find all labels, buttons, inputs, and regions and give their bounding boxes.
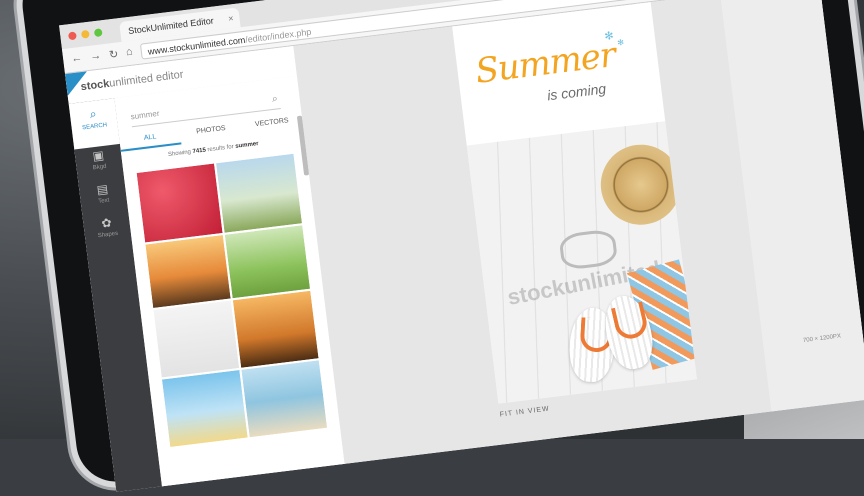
- window-controls: [67, 28, 103, 41]
- snowflake-small-icon: ✻: [616, 37, 625, 48]
- rail-item-shapes[interactable]: ✿ Shapes: [83, 213, 131, 240]
- back-arrow-icon[interactable]: ←: [71, 52, 84, 66]
- shapes-icon: ✿: [100, 215, 113, 231]
- tab-close-icon[interactable]: ×: [228, 13, 234, 24]
- result-thumb-beach-grass[interactable]: [160, 368, 249, 449]
- search-icon: ⌕: [88, 106, 98, 122]
- rail-item-text[interactable]: ▤ Text: [79, 180, 127, 207]
- result-thumb-friends-sunset[interactable]: [231, 289, 320, 369]
- rail-item-search[interactable]: ⌕ SEARCH: [68, 98, 120, 150]
- minimize-window-button[interactable]: [80, 29, 90, 39]
- rail-item-background[interactable]: ▣ Bkgd: [75, 146, 123, 173]
- result-thumb-raspberries[interactable]: [135, 162, 224, 244]
- canvas-right-margin: [720, 0, 864, 412]
- poster-subline[interactable]: is coming: [546, 80, 607, 103]
- maximize-window-button[interactable]: [93, 28, 103, 38]
- result-thumb-couple[interactable]: [214, 152, 304, 234]
- design-canvas: Summer is coming ✻ ✻ stockunlimited 700 …: [293, 0, 864, 464]
- result-thumb-family-sunset[interactable]: [144, 233, 232, 310]
- poster-artboard[interactable]: Summer is coming ✻ ✻ stockunlimited: [452, 2, 697, 404]
- magnifier-icon[interactable]: ⌕: [271, 90, 279, 109]
- text-icon: ▤: [95, 181, 109, 197]
- forward-arrow-icon[interactable]: →: [89, 50, 102, 64]
- home-icon[interactable]: ⌂: [125, 46, 133, 60]
- image-icon: ▣: [91, 147, 105, 164]
- laptop-frame: StockUnlimited Editor × ← → ↻ ⌂ www.stoc…: [18, 0, 864, 492]
- result-thumb-grass[interactable]: [223, 224, 312, 300]
- close-window-button[interactable]: [67, 31, 77, 41]
- reload-icon[interactable]: ↻: [108, 47, 119, 61]
- tab-all[interactable]: ALL: [119, 130, 182, 152]
- result-thumb-seaside[interactable]: [240, 359, 329, 439]
- snowflake-icon: ✻: [603, 29, 615, 43]
- result-thumb-beach-items[interactable]: [152, 299, 241, 379]
- tab-photos[interactable]: PHOTOS: [180, 123, 243, 144]
- editor-logo[interactable]: stockunlimited editor: [80, 69, 184, 94]
- url-path: /editor/index.php: [244, 26, 312, 45]
- nav-buttons: ← → ↻ ⌂: [71, 46, 134, 66]
- tab-vectors[interactable]: VECTORS: [241, 115, 304, 136]
- zoom-fit-button[interactable]: FIT IN VIEW: [499, 406, 550, 419]
